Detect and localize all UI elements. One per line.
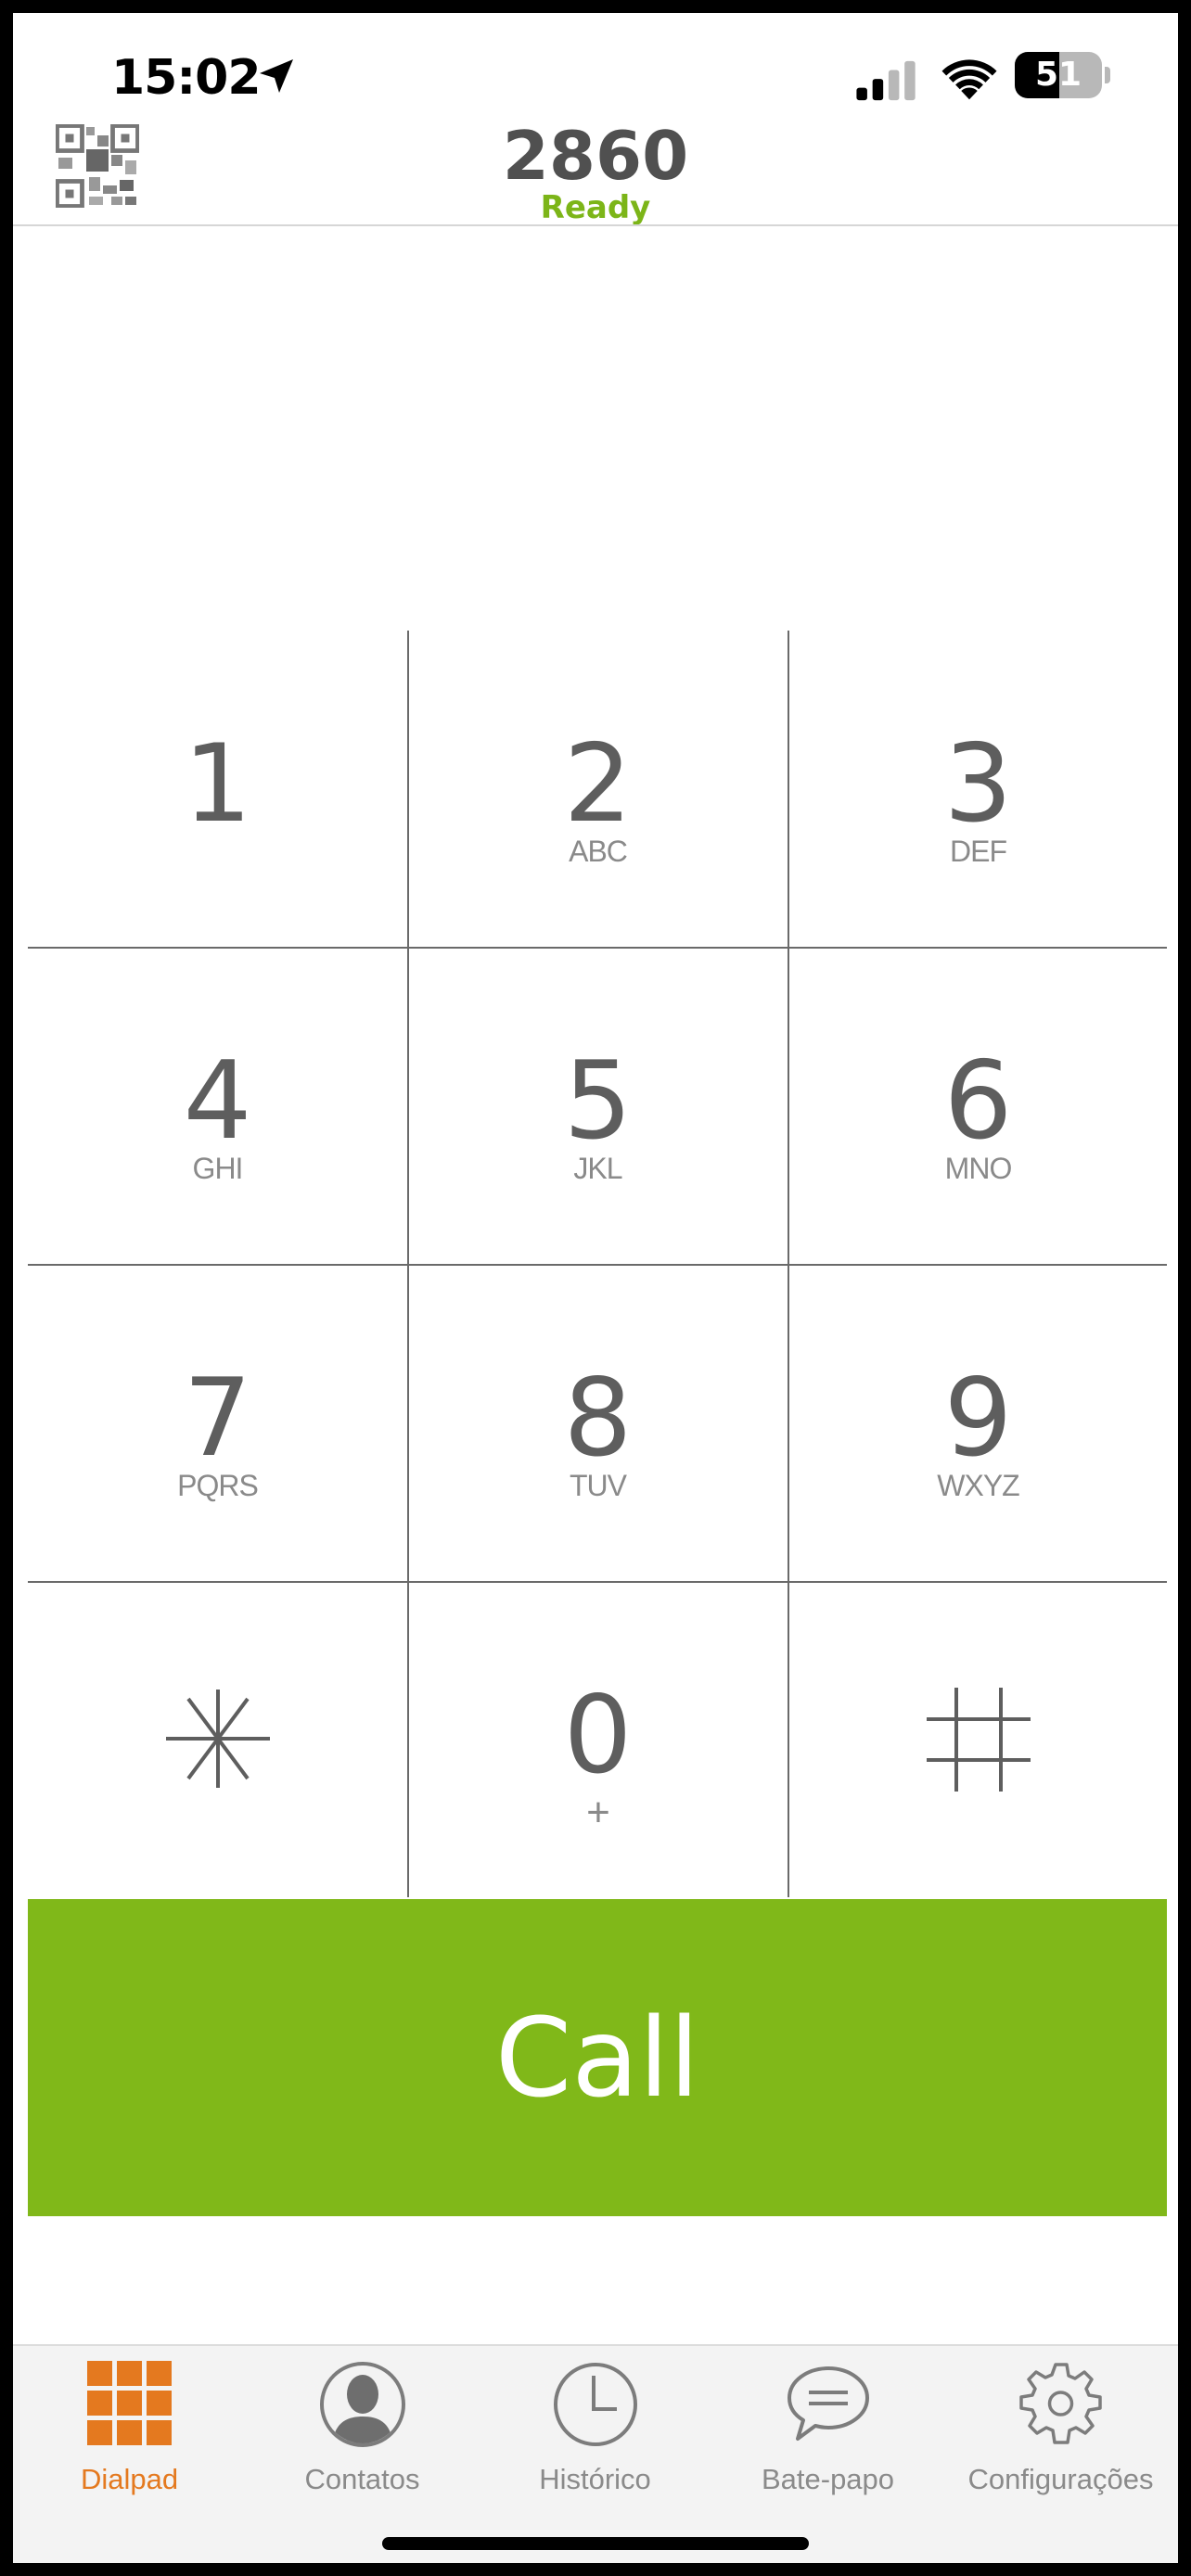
key-digit: 2 bbox=[563, 721, 633, 847]
key-7[interactable]: 7 PQRS bbox=[28, 1265, 407, 1581]
key-digit: 0 bbox=[563, 1673, 633, 1798]
asterisk-icon bbox=[166, 1690, 270, 1788]
keypad-divider bbox=[28, 1264, 1167, 1266]
gear-icon bbox=[1018, 2363, 1102, 2444]
key-0[interactable]: 0 + bbox=[408, 1582, 788, 1898]
call-button[interactable]: Call bbox=[28, 1899, 1167, 2216]
home-indicator bbox=[382, 2537, 809, 2550]
chat-bubble-icon bbox=[787, 2366, 869, 2441]
battery-percent: 51 bbox=[1034, 56, 1082, 94]
tab-label: Configurações bbox=[967, 2463, 1154, 2495]
tab-bar: Dialpad Contatos Histórico Bate-papo Con… bbox=[13, 2344, 1178, 2563]
key-3[interactable]: 3 DEF bbox=[788, 631, 1168, 947]
battery-icon: 51 bbox=[1015, 52, 1110, 98]
key-4[interactable]: 4 GHI bbox=[28, 948, 407, 1264]
tab-configuracoes[interactable]: Configurações bbox=[944, 2346, 1177, 2531]
tab-contatos[interactable]: Contatos bbox=[246, 2346, 479, 2531]
registration-status: Ready bbox=[540, 189, 651, 226]
dialpad-grid-icon bbox=[86, 2361, 172, 2445]
key-letters: PQRS bbox=[177, 1469, 259, 1502]
key-digit: 5 bbox=[563, 1039, 633, 1164]
signal-icon bbox=[856, 60, 916, 101]
key-letters: DEF bbox=[950, 835, 1007, 868]
key-9[interactable]: 9 WXYZ bbox=[788, 1265, 1168, 1581]
tab-label: Contatos bbox=[304, 2463, 420, 2495]
header-divider bbox=[13, 224, 1178, 226]
tab-bate-papo[interactable]: Bate-papo bbox=[711, 2346, 944, 2531]
key-1[interactable]: 1 bbox=[28, 631, 407, 947]
dialed-number-display[interactable] bbox=[13, 236, 1178, 625]
keypad-divider bbox=[28, 1581, 1167, 1583]
key-digit: 9 bbox=[943, 1356, 1013, 1481]
key-letters: JKL bbox=[573, 1152, 622, 1185]
location-arrow-icon bbox=[260, 59, 293, 93]
key-digit: 6 bbox=[943, 1039, 1013, 1164]
hash-icon bbox=[927, 1688, 1031, 1792]
key-2[interactable]: 2 ABC bbox=[408, 631, 788, 947]
key-letters: TUV bbox=[570, 1469, 627, 1502]
key-8[interactable]: 8 TUV bbox=[408, 1265, 788, 1581]
tab-dialpad[interactable]: Dialpad bbox=[13, 2346, 246, 2531]
key-hash[interactable] bbox=[788, 1582, 1168, 1898]
tab-label: Bate-papo bbox=[761, 2463, 895, 2495]
extension-number: 2860 bbox=[502, 117, 689, 195]
key-digit: 3 bbox=[943, 721, 1013, 847]
key-digit: 8 bbox=[563, 1356, 633, 1481]
status-time: 15:02 bbox=[111, 50, 262, 106]
phone-screen: 15:02 51 2860 Ready 1 2 ABC 3 DEF 4 GHI … bbox=[13, 13, 1178, 2563]
tab-historico[interactable]: Histórico bbox=[479, 2346, 711, 2531]
key-digit: 4 bbox=[183, 1039, 252, 1164]
key-star[interactable] bbox=[28, 1582, 407, 1898]
key-letters: MNO bbox=[944, 1152, 1013, 1185]
clock-icon bbox=[553, 2363, 637, 2446]
key-letters: WXYZ bbox=[937, 1469, 1019, 1502]
key-letters: ABC bbox=[569, 835, 628, 868]
key-5[interactable]: 5 JKL bbox=[408, 948, 788, 1264]
key-letters: + bbox=[586, 1790, 610, 1835]
key-letters: GHI bbox=[192, 1152, 244, 1185]
key-digit: 1 bbox=[183, 721, 252, 847]
keypad-divider bbox=[28, 947, 1167, 949]
wifi-icon bbox=[941, 59, 997, 100]
tab-label: Histórico bbox=[539, 2463, 651, 2495]
contact-person-icon bbox=[319, 2362, 405, 2447]
key-6[interactable]: 6 MNO bbox=[788, 948, 1168, 1264]
dialpad: 1 2 ABC 3 DEF 4 GHI 5 JKL 6 MNO 7 PQRS 8 bbox=[28, 631, 1167, 1897]
key-digit: 7 bbox=[183, 1356, 252, 1481]
